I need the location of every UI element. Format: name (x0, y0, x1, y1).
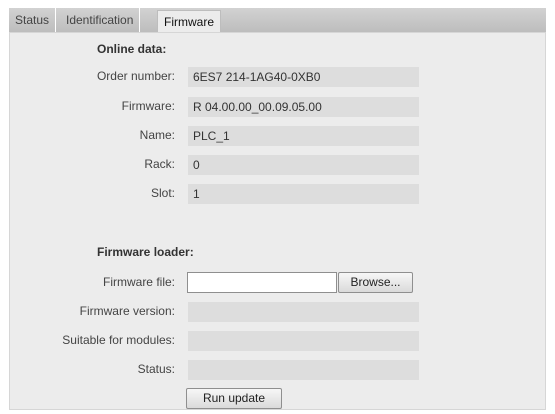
name-value: PLC_1 (188, 126, 419, 146)
slot-label: Slot: (150, 186, 175, 200)
online-data-title: Online data: (97, 42, 167, 56)
firmware-version-value (188, 302, 419, 322)
rack-value: 0 (188, 155, 419, 175)
suitable-modules-label: Suitable for modules: (62, 333, 175, 347)
run-update-button[interactable]: Run update (186, 388, 282, 409)
firmware-version-label: Firmware version: (79, 304, 175, 318)
order-number-value: 6ES7 214-1AG40-0XB0 (188, 67, 419, 87)
firmware-loader-title: Firmware loader: (97, 245, 194, 259)
tab-status[interactable]: Status (9, 8, 57, 32)
browse-button[interactable]: Browse... (338, 272, 413, 293)
tab-identification[interactable]: Identification (60, 8, 141, 32)
name-label: Name: (139, 128, 175, 142)
firmware-file-input[interactable] (187, 272, 337, 293)
firmware-value: R 04.00.00_00.09.05.00 (188, 97, 419, 117)
order-number-label: Order number: (96, 69, 175, 83)
status-value (188, 360, 419, 380)
status-label: Status: (137, 362, 175, 376)
tab-bar: Status Identification Firmware (9, 8, 546, 35)
firmware-file-label: Firmware file: (102, 275, 175, 289)
firmware-panel: Online data: Order number: 6ES7 214-1AG4… (9, 32, 546, 410)
firmware-label: Firmware: (121, 99, 175, 113)
rack-label: Rack: (144, 157, 175, 171)
suitable-modules-value (188, 331, 419, 351)
slot-value: 1 (188, 184, 419, 204)
